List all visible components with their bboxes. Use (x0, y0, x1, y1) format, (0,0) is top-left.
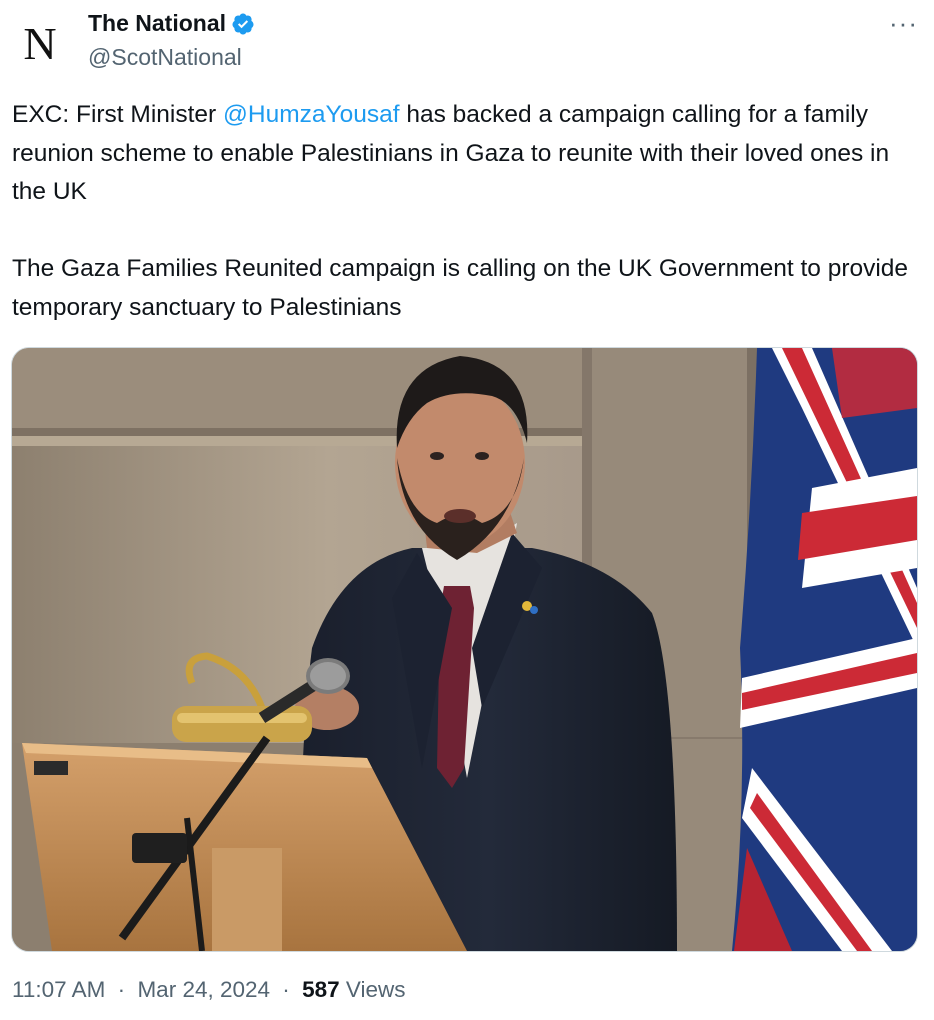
author-handle[interactable]: @ScotNational (88, 44, 242, 71)
views-count: 587 (302, 977, 340, 1002)
more-options-icon[interactable]: ··· (889, 8, 918, 39)
tweet-text-segment: EXC: First Minister (12, 101, 223, 128)
photo-icon (12, 348, 917, 951)
author-display-name[interactable]: The National (88, 10, 226, 37)
avatar-logo: N (23, 18, 57, 69)
tweet-paragraph-1: EXC: First Minister @HumzaYousaf has bac… (12, 96, 912, 212)
tweet-header: N The National @ScotNational ··· (0, 0, 934, 90)
author-avatar[interactable]: N (10, 14, 70, 74)
tweet-metadata: 11:07 AM · Mar 24, 2024 · 587 Views (12, 977, 406, 1003)
tweet-date[interactable]: Mar 24, 2024 (137, 977, 270, 1002)
views-label: Views (345, 977, 406, 1002)
tweet-photo[interactable] (11, 347, 918, 952)
tweet-time[interactable]: 11:07 AM (12, 977, 105, 1002)
tweet-paragraph-2: The Gaza Families Reunited campaign is c… (12, 255, 909, 321)
tweet-text: EXC: First Minister @HumzaYousaf has bac… (12, 96, 912, 327)
separator-dot: · (117, 977, 126, 1002)
separator-dot: · (282, 977, 290, 1002)
author-name-row[interactable]: The National (88, 10, 255, 37)
verified-badge-icon (232, 13, 254, 34)
mention-link[interactable]: @HumzaYousaf (223, 101, 400, 128)
